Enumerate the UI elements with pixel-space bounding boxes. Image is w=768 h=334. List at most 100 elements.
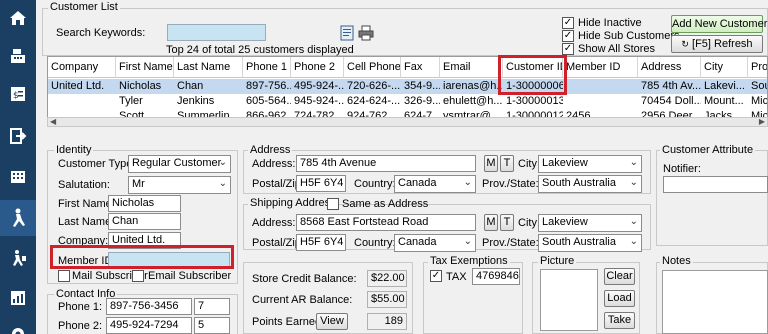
scroll-right-arrow-icon[interactable]: ▶ xyxy=(759,117,765,126)
walking-person-icon[interactable] xyxy=(6,246,30,270)
tax-label: TAX xyxy=(446,271,467,283)
shipping-map-t-button[interactable]: T xyxy=(500,214,514,231)
hide-sub-label: Hide Sub Customers xyxy=(578,30,680,42)
column-header-customer-id[interactable]: Customer ID xyxy=(503,57,563,78)
scroll-left-arrow-icon[interactable]: ◀ xyxy=(50,117,56,126)
first-name-field[interactable]: Nicholas xyxy=(108,195,181,212)
postal-field[interactable]: H5F 6Y4 xyxy=(296,175,346,192)
tax-checkbox[interactable]: ✓ xyxy=(430,270,442,282)
column-header-first-name[interactable]: First Name xyxy=(116,57,174,78)
column-header-prov[interactable]: Prov xyxy=(748,57,767,78)
mail-subscriber-checkbox[interactable] xyxy=(58,270,70,282)
column-header-email[interactable]: Email xyxy=(440,57,503,78)
add-customer-button[interactable]: Add New Customer xyxy=(671,15,767,33)
phone2-ext-field[interactable]: 5 xyxy=(194,317,230,334)
first-name-label: First Name: xyxy=(58,198,115,210)
cell-first-name: Nicholas xyxy=(119,80,162,92)
address-field[interactable]: 785 4th Avenue xyxy=(296,155,476,172)
shipping-prov-value: South Australia xyxy=(542,236,616,248)
notifier-label: Notifier: xyxy=(663,163,701,175)
tax-exemption-field[interactable]: 4769846 xyxy=(472,268,520,285)
exit-icon[interactable] xyxy=(6,124,30,148)
invoice-icon[interactable]: $ xyxy=(6,82,30,106)
notes-textarea[interactable] xyxy=(662,270,768,334)
notifier-field[interactable] xyxy=(663,176,768,193)
customer-type-select[interactable]: Regular Customer ⌄ xyxy=(128,155,231,173)
column-header-fax[interactable]: Fax xyxy=(401,57,440,78)
chevron-down-icon: ⌄ xyxy=(218,178,227,189)
shipping-address-label: Address: xyxy=(252,217,296,229)
map-m-button[interactable]: M xyxy=(484,155,498,172)
show-all-stores-checkbox[interactable]: ✓ xyxy=(562,43,574,55)
table-row[interactable]: United Ltd. Nicholas Chan 897-756... 495… xyxy=(48,79,767,94)
table-row[interactable]: Tyler Jenkins 605-564... 945-924-... 624… xyxy=(48,94,767,109)
chevron-down-icon: ⌄ xyxy=(629,177,638,188)
cell-last-name: Chan xyxy=(177,80,204,92)
customer-grid[interactable]: Company First Name Last Name Phone 1 Pho… xyxy=(47,56,768,118)
prov-select[interactable]: South Australia ⌄ xyxy=(538,175,642,193)
shipping-map-m-button[interactable]: M xyxy=(484,214,498,231)
refresh-button[interactable]: ↻ [F5] Refresh xyxy=(671,35,763,53)
settings-icon[interactable] xyxy=(6,322,30,334)
home-icon[interactable] xyxy=(6,6,30,30)
country-select[interactable]: Canada ⌄ xyxy=(394,175,476,193)
hide-sub-checkbox[interactable]: ✓ xyxy=(562,30,574,42)
load-picture-button[interactable]: Load xyxy=(604,290,635,307)
column-header-phone1[interactable]: Phone 1 xyxy=(243,57,291,78)
cell-phone2: 495-924-... xyxy=(294,80,344,92)
country-label: Country: xyxy=(354,178,396,190)
clear-picture-button[interactable]: Clear xyxy=(604,268,635,285)
grid-horizontal-scrollbar[interactable]: ◀ ▶ xyxy=(47,117,768,127)
salutation-select[interactable]: Mr ⌄ xyxy=(128,176,231,194)
points-label: Points Earned: xyxy=(252,316,325,328)
column-header-last-name[interactable]: Last Name xyxy=(174,57,243,78)
same-as-address-label: Same as Address xyxy=(342,198,429,210)
shipping-address-field[interactable]: 8568 East Fortstead Road xyxy=(296,214,476,231)
cell-phone2: 945-924-... xyxy=(294,95,344,107)
chevron-down-icon: ⌄ xyxy=(629,216,638,227)
shipping-postal-field[interactable]: H5F 6Y4 xyxy=(296,234,346,251)
customers-icon[interactable] xyxy=(0,200,36,236)
hide-inactive-checkbox[interactable]: ✓ xyxy=(562,17,574,29)
map-t-button[interactable]: T xyxy=(500,155,514,172)
column-header-member-id[interactable]: Member ID xyxy=(563,57,638,78)
column-header-city[interactable]: City xyxy=(701,57,748,78)
phone1-field[interactable]: 897-756-3456 xyxy=(106,298,192,315)
cell-customer-id: 1-30000006 xyxy=(506,80,563,92)
cell-email: ehulett@h... xyxy=(443,95,503,107)
same-as-address-checkbox[interactable] xyxy=(327,198,339,210)
column-header-company[interactable]: Company xyxy=(48,57,116,78)
cell-city: Mount... xyxy=(704,95,744,107)
print-preview-icon[interactable] xyxy=(340,25,354,41)
search-input[interactable] xyxy=(167,24,266,41)
city-select[interactable]: Lakeview ⌄ xyxy=(538,155,642,173)
phone1-ext-field[interactable]: 7 xyxy=(194,298,230,315)
phone1-label: Phone 1: xyxy=(58,301,103,313)
cash-register-icon[interactable] xyxy=(6,44,30,68)
print-icon[interactable] xyxy=(358,25,374,41)
company-field[interactable]: United Ltd. xyxy=(108,232,181,249)
email-subscriber-label: Email Subscriber xyxy=(148,270,232,282)
shipping-prov-select[interactable]: South Australia ⌄ xyxy=(538,234,642,252)
cell-address: 785 4th Av... xyxy=(641,80,701,92)
last-name-field[interactable]: Chan xyxy=(108,213,181,230)
member-id-field[interactable] xyxy=(108,252,230,269)
column-header-phone2[interactable]: Phone 2 xyxy=(291,57,344,78)
building-icon[interactable] xyxy=(6,164,30,188)
take-picture-button[interactable]: Take xyxy=(604,312,635,329)
cell-cell-phone: 720-626-... xyxy=(347,80,401,92)
search-label: Search Keywords: xyxy=(56,27,146,39)
report-icon[interactable] xyxy=(6,286,30,310)
view-points-button[interactable]: View xyxy=(316,313,348,330)
shipping-country-select[interactable]: Canada ⌄ xyxy=(394,234,476,252)
shipping-city-select[interactable]: Lakeview ⌄ xyxy=(538,214,642,232)
column-header-cell-phone[interactable]: Cell Phone xyxy=(344,57,401,78)
customer-type-label: Customer Type: xyxy=(58,158,136,170)
shipping-city-label: City: xyxy=(518,217,540,229)
chevron-down-icon: ⌄ xyxy=(218,157,227,168)
column-header-address[interactable]: Address xyxy=(638,57,701,78)
email-subscriber-checkbox[interactable] xyxy=(132,270,144,282)
cell-prov: Sout xyxy=(751,80,767,92)
phone2-field[interactable]: 495-924-7294 xyxy=(106,317,192,334)
salutation-value: Mr xyxy=(132,178,145,190)
